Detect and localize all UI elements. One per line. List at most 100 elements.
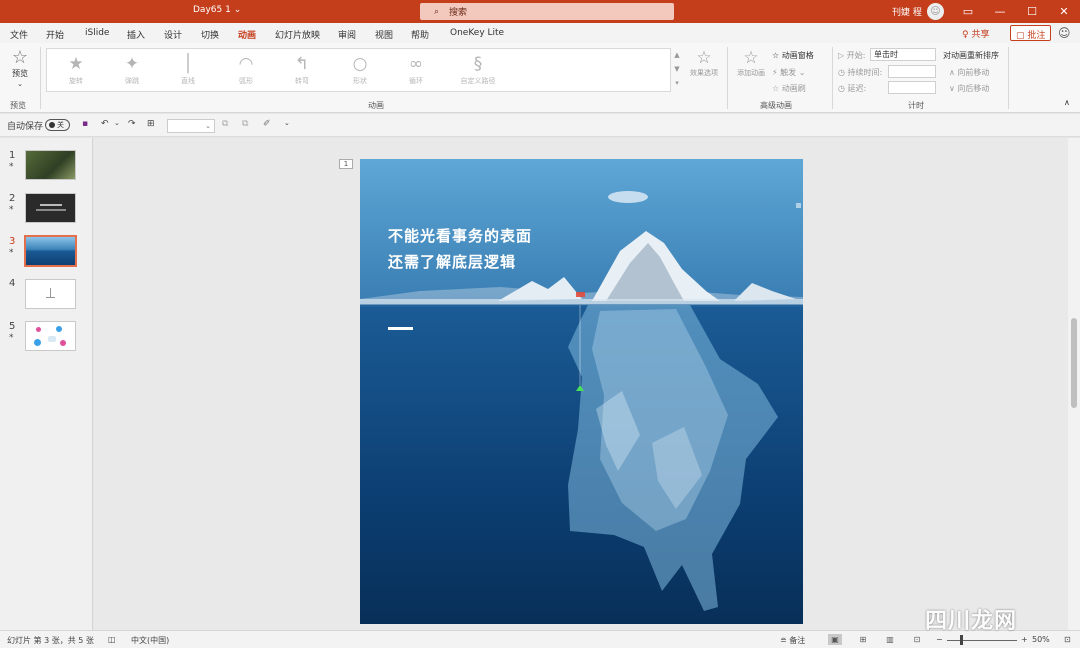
tab-insert[interactable]: 插入 (127, 28, 145, 41)
duration-field[interactable] (888, 65, 936, 78)
animation-label: 自定义路径 (460, 77, 496, 85)
delay-field[interactable] (888, 81, 936, 94)
scrollbar-thumb[interactable] (1071, 318, 1077, 408)
tab-review[interactable]: 审阅 (338, 28, 356, 41)
slide-sorter-icon[interactable]: ⊞ (856, 634, 870, 645)
slide-thumbnail-3[interactable] (24, 235, 77, 267)
animation-bounce[interactable]: ✦ 弹跳 (109, 52, 155, 90)
decorative-underline[interactable] (388, 327, 413, 330)
zoom-slider[interactable] (947, 640, 1017, 641)
zoom-slider-handle[interactable] (960, 635, 963, 645)
animation-marker: * (9, 162, 14, 172)
animation-marker: * (9, 248, 14, 258)
slide-thumbnail-1[interactable] (25, 150, 76, 180)
paste-icon[interactable]: ⧉ (242, 119, 248, 129)
move-later-button[interactable]: ∨ 向后移动 (949, 83, 989, 94)
tab-design[interactable]: 设计 (164, 28, 182, 41)
maximize-icon[interactable]: ☐ (1022, 3, 1042, 20)
gallery-scroll[interactable]: ▲ ▼ ▾ (672, 48, 682, 92)
effect-options-button[interactable]: ☆ 效果选项 (686, 48, 722, 92)
move-earlier-button[interactable]: ∧ 向前移动 (949, 67, 989, 78)
share-button[interactable]: ♀ 共享 (962, 27, 989, 40)
slide-title-line-2[interactable]: 还需了解底层逻辑 (388, 251, 516, 272)
animation-arc[interactable]: ◠ 弧形 (223, 52, 269, 90)
animation-custom-path[interactable]: § 自定义路径 (449, 52, 507, 90)
gallery-down-icon[interactable]: ▼ (672, 62, 682, 76)
thumb-number: 5 (9, 321, 16, 332)
custom-path-icon: § (473, 54, 483, 74)
group-label-preview: 预览 (10, 101, 26, 110)
slide-thumbnail-2[interactable] (25, 193, 76, 223)
tab-slideshow[interactable]: 幻灯片放映 (275, 28, 320, 41)
add-animation-label: 添加动画 (737, 69, 765, 77)
ribbon-divider (40, 47, 41, 109)
slideshow-view-icon[interactable]: ⊡ (910, 634, 924, 645)
accessibility-icon[interactable]: ◫ (108, 635, 116, 644)
format-painter-icon[interactable]: ✐ (263, 119, 271, 129)
undo-dropdown-icon[interactable]: ⌄ (114, 119, 120, 127)
tab-view[interactable]: 视图 (375, 28, 393, 41)
thumb-number: 1 (9, 150, 16, 161)
title-dropdown-icon[interactable]: ⌄ (234, 5, 242, 15)
gallery-more-icon[interactable]: ▾ (672, 76, 682, 90)
animation-shape[interactable]: ○ 形状 (337, 52, 383, 90)
preview-button[interactable]: ☆ 预览 ⌄ (5, 47, 35, 93)
autosave-toggle[interactable]: 关 (45, 119, 70, 131)
font-size-combo[interactable]: ⌄ (167, 119, 215, 133)
animation-pane-button[interactable]: ☆ 动画窗格 (772, 50, 814, 61)
bounce-icon: ✦ (124, 54, 140, 74)
duration-label: ◷ 持续时间: (838, 68, 883, 77)
user-name[interactable]: 刊婕 程 (892, 5, 922, 18)
slide-thumbnail-4[interactable] (25, 279, 76, 309)
animation-label: 循环 (409, 77, 423, 85)
slide[interactable]: 不能光看事务的表面 还需了解底层逻辑 (360, 159, 803, 624)
zoom-out-icon[interactable]: − (936, 635, 943, 644)
tab-help[interactable]: 帮助 (411, 28, 429, 41)
animation-line[interactable]: │ 直线 (165, 52, 211, 90)
feedback-icon[interactable]: ☺ (1058, 26, 1071, 40)
effect-options-icon: ☆ (696, 48, 712, 68)
collapse-ribbon-icon[interactable]: ∧ (1064, 98, 1070, 107)
tab-transitions[interactable]: 切换 (201, 28, 219, 41)
present-icon[interactable]: ⊞ (147, 119, 155, 129)
ribbon-display-options-icon[interactable]: ▭ (958, 3, 978, 20)
tab-onekey-lite[interactable]: OneKey Lite (450, 28, 504, 38)
animation-spin[interactable]: ★ 旋转 (53, 52, 99, 90)
slide-thumbnail-5[interactable] (25, 321, 76, 351)
vertical-scrollbar[interactable] (1068, 138, 1080, 630)
save-icon[interactable]: ▪ (82, 119, 88, 129)
slide-title-line-1[interactable]: 不能光看事务的表面 (388, 225, 532, 246)
start-select[interactable]: 单击时 (870, 48, 936, 61)
redo-icon[interactable]: ↷ (128, 119, 136, 129)
autosave-label: 自动保存 (7, 122, 44, 132)
undo-icon[interactable]: ↶ (101, 119, 109, 129)
animation-label: 转弯 (295, 77, 309, 85)
gallery-up-icon[interactable]: ▲ (672, 48, 682, 62)
tab-file[interactable]: 文件 (10, 28, 28, 41)
language-indicator[interactable]: 中文(中国) (131, 635, 169, 646)
comment-button[interactable]: ▢ 批注 (1010, 25, 1052, 41)
zoom-level[interactable]: 50% (1032, 635, 1050, 644)
minimize-icon[interactable]: — (990, 3, 1010, 20)
zoom-in-icon[interactable]: + (1021, 635, 1028, 644)
copy-icon[interactable]: ⧉ (222, 119, 228, 129)
tab-islide[interactable]: iSlide (85, 28, 109, 38)
reading-view-icon[interactable]: ▥ (883, 634, 897, 645)
animation-marker: * (9, 205, 14, 215)
document-title[interactable]: Day65 1 ⌄ (193, 5, 241, 15)
close-icon[interactable]: ✕ (1054, 3, 1074, 20)
normal-view-icon[interactable]: ▣ (828, 634, 842, 645)
tab-home[interactable]: 开始 (46, 28, 64, 41)
fit-to-window-icon[interactable]: ⊡ (1064, 635, 1071, 644)
animation-painter-button[interactable]: ☆ 动画刷 (772, 83, 806, 94)
notes-button[interactable]: ≘ 备注 (780, 635, 805, 646)
customize-toolbar-icon[interactable]: ⌄ (284, 119, 290, 127)
animation-label: 形状 (353, 77, 367, 85)
trigger-button[interactable]: ⚡ 触发 ⌄ (772, 67, 805, 78)
add-animation-button[interactable]: ☆ 添加动画 (733, 48, 769, 92)
search-box[interactable]: ⌕ 搜索 (420, 3, 674, 20)
animation-turn[interactable]: ↰ 转弯 (279, 52, 325, 90)
thumb-number: 3 (9, 236, 16, 247)
animation-loop[interactable]: ∞ 循环 (393, 52, 439, 90)
avatar[interactable]: ☺ (927, 3, 944, 20)
